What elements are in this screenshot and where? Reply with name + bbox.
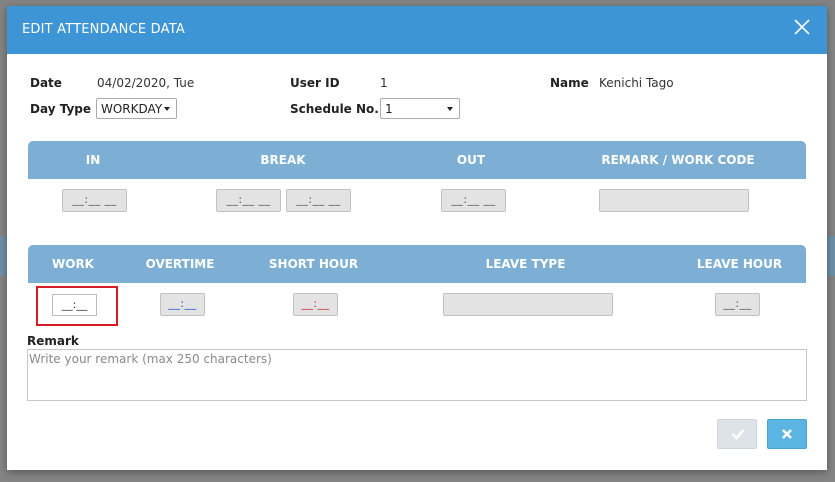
remark-label: Remark <box>27 334 79 348</box>
header-work: WORK <box>52 257 94 271</box>
header-in: IN <box>85 153 101 167</box>
chevron-down-icon <box>164 107 170 111</box>
day-type-select[interactable]: WORKDAY <box>96 98 177 119</box>
hours-table-header: WORK OVERTIME SHORT HOUR LEAVE TYPE LEAV… <box>28 245 806 283</box>
hours-table-body: __:__ __:__ __:__ __:__ <box>28 283 806 327</box>
header-break: BREAK <box>260 153 306 167</box>
header-leave-type: LEAVE TYPE <box>485 257 566 271</box>
break-end-input[interactable]: __:__ __ <box>286 189 351 212</box>
leave-type-select[interactable] <box>443 293 613 316</box>
modal-title: EDIT ATTENDANCE DATA <box>22 22 185 37</box>
header-short-hour: SHORT HOUR <box>268 257 359 271</box>
remark-textarea[interactable] <box>27 349 807 401</box>
schedule-value: 1 <box>385 102 393 116</box>
schedule-label: Schedule No. <box>290 102 379 116</box>
close-icon[interactable] <box>791 16 813 38</box>
time-table-header: IN BREAK OUT REMARK / WORK CODE <box>28 141 806 179</box>
overtime-input[interactable]: __:__ <box>160 293 205 316</box>
work-hours-input[interactable]: __:__ <box>52 294 97 316</box>
header-leave-hour: LEAVE HOUR <box>696 257 783 271</box>
user-id-value: 1 <box>380 76 388 90</box>
day-type-value: WORKDAY <box>101 102 163 116</box>
modal-header: EDIT ATTENDANCE DATA <box>7 6 827 54</box>
x-icon <box>782 429 792 439</box>
in-time-input[interactable]: __:__ __ <box>62 189 127 212</box>
name-value: Kenichi Tago <box>599 76 674 90</box>
break-start-input[interactable]: __:__ __ <box>216 189 281 212</box>
check-icon <box>731 429 745 440</box>
date-label: Date <box>30 76 62 90</box>
header-overtime: OVERTIME <box>145 257 215 271</box>
short-hour-input[interactable]: __:__ <box>293 293 338 316</box>
time-table-body: __:__ __ __:__ __ __:__ __ __:__ __ <box>28 179 806 227</box>
cancel-button[interactable] <box>767 419 807 449</box>
schedule-select[interactable]: 1 <box>380 98 460 119</box>
header-out: OUT <box>456 153 486 167</box>
confirm-button[interactable] <box>717 419 757 449</box>
user-id-label: User ID <box>290 76 340 90</box>
out-time-input[interactable]: __:__ __ <box>441 189 506 212</box>
chevron-down-icon <box>447 107 453 111</box>
date-value: 04/02/2020, Tue <box>97 76 195 90</box>
header-remark-work-code: REMARK / WORK CODE <box>601 153 755 167</box>
remark-work-code-input[interactable] <box>599 189 749 212</box>
day-type-label: Day Type <box>30 102 92 116</box>
name-label: Name <box>550 76 589 90</box>
leave-hour-input[interactable]: __:__ <box>715 293 760 316</box>
edit-attendance-modal: EDIT ATTENDANCE DATA Date 04/02/2020, Tu… <box>7 6 827 470</box>
